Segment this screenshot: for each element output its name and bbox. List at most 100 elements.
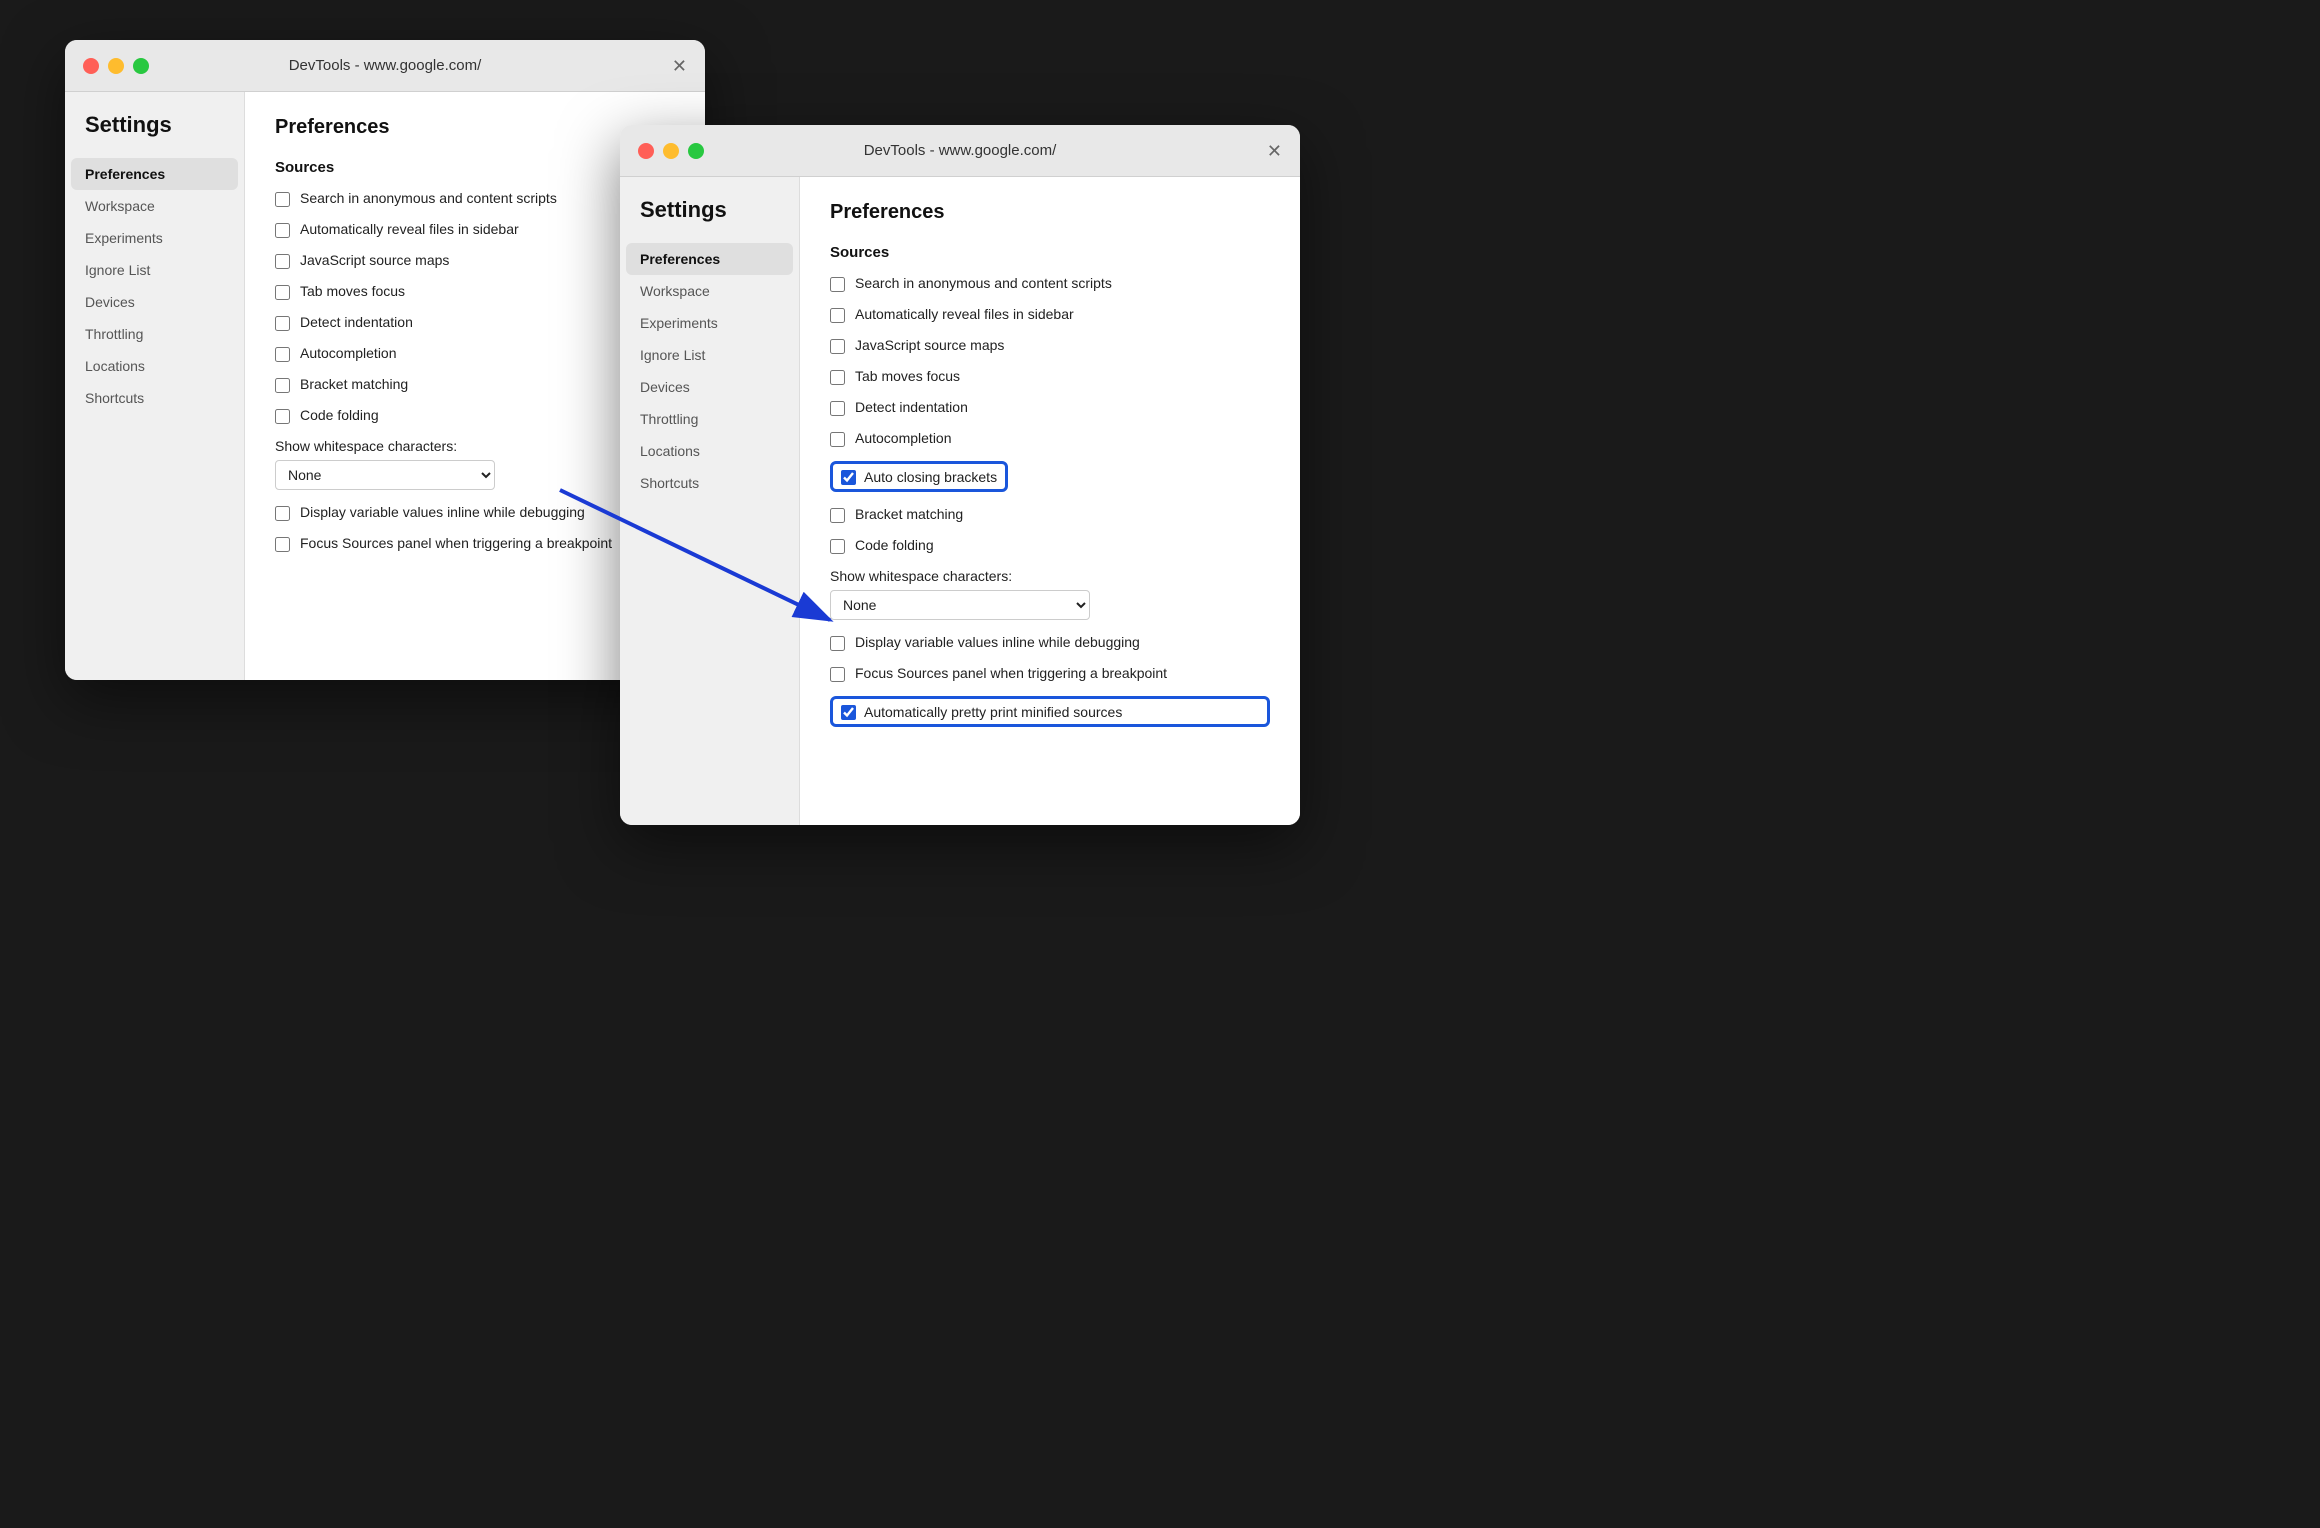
cb-autocomplete-fg: Autocompletion (830, 430, 1270, 447)
whitespace-select-fg[interactable]: None All Trailing (830, 590, 1090, 620)
close-x-fg[interactable]: ✕ (1267, 142, 1282, 160)
sidebar-heading-bg: Settings (65, 112, 244, 158)
cb-codefolding-fg: Code folding (830, 537, 1270, 554)
sidebar-item-workspace-bg[interactable]: Workspace (65, 190, 244, 222)
sidebar-item-locations-fg[interactable]: Locations (620, 435, 799, 467)
main-heading-fg: Preferences (830, 201, 1270, 224)
cb-bracket-input-fg[interactable] (830, 508, 845, 523)
cb-autocomplete-input-bg[interactable] (275, 347, 290, 362)
sources-title-bg: Sources (275, 159, 675, 176)
cb-autocomplete-label-fg: Autocompletion (855, 430, 952, 446)
cb-focus-sources-input-fg[interactable] (830, 667, 845, 682)
cb-reveal-input-fg[interactable] (830, 308, 845, 323)
sidebar-item-devices-bg[interactable]: Devices (65, 286, 244, 318)
cb-reveal-label-bg: Automatically reveal files in sidebar (300, 221, 519, 237)
cb-indent-label-bg: Detect indentation (300, 314, 413, 330)
sidebar-item-throttling-fg[interactable]: Throttling (620, 403, 799, 435)
cb-focus-sources-input-bg[interactable] (275, 537, 290, 552)
cb-autocomplete-bg: Autocompletion (275, 345, 675, 362)
whitespace-label-fg: Show whitespace characters: (830, 568, 1270, 584)
cb-display-vars-bg: Display variable values inline while deb… (275, 504, 675, 521)
cb-display-vars-label-fg: Display variable values inline while deb… (855, 634, 1140, 650)
sidebar-item-ignorelist-fg[interactable]: Ignore List (620, 339, 799, 371)
cb-anonymous-label-bg: Search in anonymous and content scripts (300, 190, 557, 206)
titlebar-foreground: DevTools - www.google.com/ ✕ (620, 125, 1300, 177)
cb-tabfocus-label-fg: Tab moves focus (855, 368, 960, 384)
sidebar-item-preferences-bg[interactable]: Preferences (71, 158, 238, 190)
sidebar-item-throttling-bg[interactable]: Throttling (65, 318, 244, 350)
sidebar-item-shortcuts-bg[interactable]: Shortcuts (65, 382, 244, 414)
whitespace-label-bg: Show whitespace characters: (275, 438, 675, 454)
cb-tabfocus-input-bg[interactable] (275, 285, 290, 300)
cb-indent-input-bg[interactable] (275, 316, 290, 331)
cb-indent-fg: Detect indentation (830, 399, 1270, 416)
cb-anonymous-input-bg[interactable] (275, 192, 290, 207)
cb-autoclosing-input-fg[interactable] (841, 470, 856, 485)
maximize-button-fg[interactable] (688, 143, 704, 159)
sidebar-item-experiments-fg[interactable]: Experiments (620, 307, 799, 339)
cb-focus-sources-bg: Focus Sources panel when triggering a br… (275, 535, 675, 552)
window-controls-fg (638, 143, 704, 159)
cb-sourcemaps-input-bg[interactable] (275, 254, 290, 269)
maximize-button-bg[interactable] (133, 58, 149, 74)
window-title-bg: DevTools - www.google.com/ (289, 57, 482, 74)
cb-codefolding-input-bg[interactable] (275, 409, 290, 424)
close-button-bg[interactable] (83, 58, 99, 74)
cb-indent-label-fg: Detect indentation (855, 399, 968, 415)
cb-reveal-bg: Automatically reveal files in sidebar (275, 221, 675, 238)
cb-anonymous-input-fg[interactable] (830, 277, 845, 292)
sidebar-item-shortcuts-fg[interactable]: Shortcuts (620, 467, 799, 499)
minimize-button-fg[interactable] (663, 143, 679, 159)
sidebar-item-experiments-bg[interactable]: Experiments (65, 222, 244, 254)
whitespace-row-bg: Show whitespace characters: None All Tra… (275, 438, 675, 490)
cb-autoclosing-label-fg: Auto closing brackets (864, 469, 997, 485)
close-button-fg[interactable] (638, 143, 654, 159)
cb-reveal-input-bg[interactable] (275, 223, 290, 238)
cb-anonymous-label-fg: Search in anonymous and content scripts (855, 275, 1112, 291)
cb-tabfocus-label-bg: Tab moves focus (300, 283, 405, 299)
minimize-button-bg[interactable] (108, 58, 124, 74)
cb-prettyprint-label-fg: Automatically pretty print minified sour… (864, 704, 1122, 720)
window-body-fg: Settings Preferences Workspace Experimen… (620, 177, 1300, 825)
cb-tabfocus-input-fg[interactable] (830, 370, 845, 385)
cb-bracket-bg: Bracket matching (275, 376, 675, 393)
cb-anonymous-bg: Search in anonymous and content scripts (275, 190, 675, 207)
cb-sourcemaps-bg: JavaScript source maps (275, 252, 675, 269)
cb-display-vars-input-bg[interactable] (275, 506, 290, 521)
window-foreground: DevTools - www.google.com/ ✕ Settings Pr… (620, 125, 1300, 825)
sidebar-item-ignorelist-bg[interactable]: Ignore List (65, 254, 244, 286)
sidebar-item-workspace-fg[interactable]: Workspace (620, 275, 799, 307)
cb-sourcemaps-label-bg: JavaScript source maps (300, 252, 449, 268)
cb-autoclosing-row-fg: Auto closing brackets (830, 461, 1270, 492)
cb-display-vars-input-fg[interactable] (830, 636, 845, 651)
main-content-fg: Preferences Sources Search in anonymous … (800, 177, 1300, 825)
main-heading-bg: Preferences (275, 116, 675, 139)
cb-prettyprint-row-fg: Automatically pretty print minified sour… (830, 696, 1270, 727)
sidebar-item-preferences-fg[interactable]: Preferences (626, 243, 793, 275)
cb-bracket-label-bg: Bracket matching (300, 376, 408, 392)
cb-indent-input-fg[interactable] (830, 401, 845, 416)
window-background: DevTools - www.google.com/ ✕ Settings Pr… (65, 40, 705, 680)
cb-anonymous-fg: Search in anonymous and content scripts (830, 275, 1270, 292)
cb-bracket-input-bg[interactable] (275, 378, 290, 393)
cb-indent-bg: Detect indentation (275, 314, 675, 331)
cb-sourcemaps-input-fg[interactable] (830, 339, 845, 354)
cb-codefolding-label-fg: Code folding (855, 537, 934, 553)
cb-bracket-label-fg: Bracket matching (855, 506, 963, 522)
cb-autocomplete-label-bg: Autocompletion (300, 345, 397, 361)
cb-display-vars-fg: Display variable values inline while deb… (830, 634, 1270, 651)
sidebar-item-devices-fg[interactable]: Devices (620, 371, 799, 403)
cb-display-vars-label-bg: Display variable values inline while deb… (300, 504, 585, 520)
close-x-bg[interactable]: ✕ (672, 57, 687, 75)
cb-focus-sources-label-bg: Focus Sources panel when triggering a br… (300, 535, 612, 551)
cb-prettyprint-input-fg[interactable] (841, 705, 856, 720)
cb-tabfocus-fg: Tab moves focus (830, 368, 1270, 385)
whitespace-select-bg[interactable]: None All Trailing (275, 460, 495, 490)
cb-autocomplete-input-fg[interactable] (830, 432, 845, 447)
sidebar-item-locations-bg[interactable]: Locations (65, 350, 244, 382)
cb-codefolding-label-bg: Code folding (300, 407, 379, 423)
sources-title-fg: Sources (830, 244, 1270, 261)
cb-focus-sources-label-fg: Focus Sources panel when triggering a br… (855, 665, 1167, 681)
cb-reveal-fg: Automatically reveal files in sidebar (830, 306, 1270, 323)
cb-codefolding-input-fg[interactable] (830, 539, 845, 554)
